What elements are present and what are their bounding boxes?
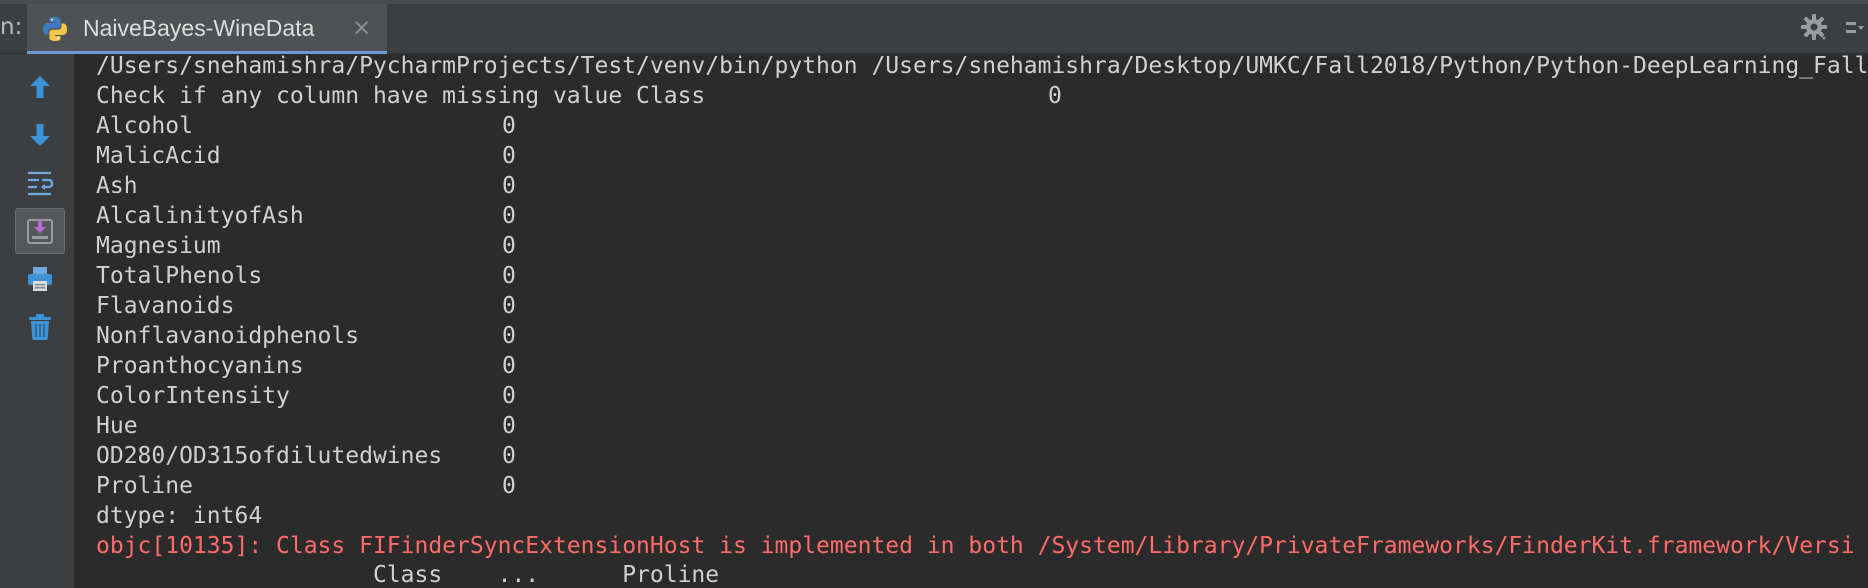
tab-naivebayes-winedata[interactable]: NaiveBayes-WineData × [27,4,387,54]
scroll-to-end-button[interactable] [15,208,65,254]
run-toolbar [0,54,75,588]
column-missing-count: 0 [502,473,516,499]
down-stack-frame-button[interactable] [15,112,65,158]
column-missing-count: 0 [502,383,516,409]
column-name: Alcohol [96,113,193,139]
console-output[interactable]: /Users/snehamishra/PycharmProjects/Test/… [96,51,1868,588]
column-missing-count: 0 [502,113,516,139]
error-line: objc[10135]: Class FIFinderSyncExtension… [96,533,1855,559]
column-name: MalicAcid [96,143,221,169]
run-tool-window-header: n: NaiveBayes-WineData × [0,0,1868,54]
missing-value-header: Check if any column have missing value C… [96,83,706,109]
table-header-line: Class ... Proline [96,562,720,588]
missing-value-header-count: 0 [1048,83,1062,109]
soft-wrap-button[interactable] [15,160,65,206]
column-name: Hue [96,413,138,439]
python-icon [43,17,67,41]
down-arrow-icon [30,124,50,146]
dtype-line: dtype: int64 [96,503,263,529]
column-name: Proline [96,473,193,499]
up-stack-frame-button[interactable] [15,64,65,110]
hide-icon[interactable] [1838,18,1868,42]
column-missing-count: 0 [502,293,516,319]
clear-all-button[interactable] [15,304,65,350]
tab-label: NaiveBayes-WineData [83,15,315,41]
column-name: OD280/OD315ofdilutedwines [96,443,443,469]
column-missing-count: 0 [502,173,516,199]
column-missing-count: 0 [502,203,516,229]
column-missing-count: 0 [502,233,516,259]
column-missing-count: 0 [502,443,516,469]
column-missing-count: 0 [502,263,516,289]
scroll-to-end-icon [27,219,53,244]
command-line: /Users/snehamishra/PycharmProjects/Test/… [96,53,1868,79]
up-arrow-icon [30,76,50,98]
close-icon[interactable]: × [352,13,371,43]
column-missing-count: 0 [502,323,516,349]
column-name: ColorIntensity [96,383,290,409]
column-missing-count: 0 [502,413,516,439]
column-name: TotalPhenols [96,263,263,289]
column-name: Flavanoids [96,293,235,319]
print-button[interactable] [15,256,65,302]
column-name: Proanthocyanins [96,353,304,379]
print-icon [28,267,52,291]
column-missing-count: 0 [502,143,516,169]
column-name: AlcalinityofAsh [96,203,304,229]
trash-icon [29,314,51,340]
gear-icon[interactable] [1800,13,1828,41]
column-missing-count: 0 [502,353,516,379]
tool-window-title: n: [0,14,23,40]
column-name: Magnesium [96,233,221,259]
soft-wrap-icon [28,171,54,196]
column-name: Nonflavanoidphenols [96,323,360,349]
column-name: Ash [96,173,138,199]
